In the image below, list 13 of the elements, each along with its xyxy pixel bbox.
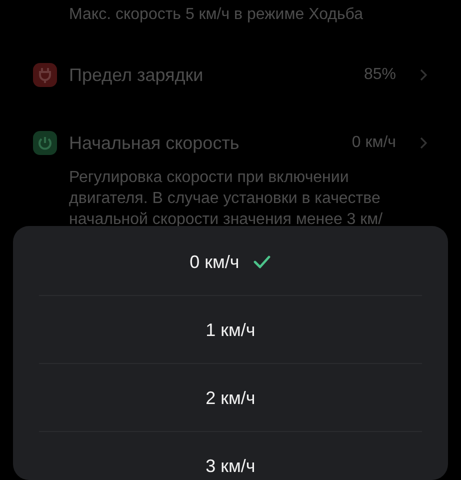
plug-icon	[33, 63, 57, 87]
power-icon	[33, 131, 57, 155]
chevron-icon[interactable]	[420, 137, 428, 149]
check-icon	[253, 255, 272, 269]
speed-option[interactable]: 0 км/ч	[184, 248, 278, 276]
setting-note: Макс. скорость 5 км/ч в режиме Ходьба	[68, 5, 364, 25]
chevron-icon[interactable]	[420, 69, 428, 81]
setting-description: Регулировка скорости при включении двигателя. В случае установки в качестве начальной скорости значения менее 3 км/	[69, 168, 384, 230]
speed-option[interactable]: 1 км/ч	[200, 316, 262, 345]
speed-option[interactable]: 2 км/ч	[200, 384, 262, 413]
setting-value: 0 км/ч	[352, 134, 396, 152]
setting-value: 85%	[364, 66, 396, 84]
speed-option[interactable]: 3 км/ч	[200, 452, 262, 480]
